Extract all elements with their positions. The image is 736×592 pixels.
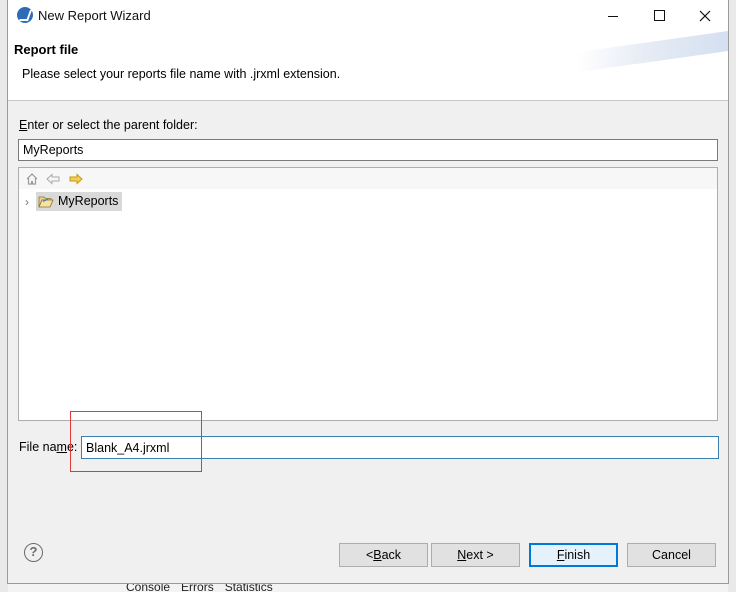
minimize-button[interactable]	[590, 0, 636, 31]
tree-item[interactable]: › MyReports	[19, 192, 219, 212]
background-right-edge	[728, 0, 736, 592]
back-arrow-icon[interactable]	[45, 171, 61, 187]
next-button[interactable]: Next >	[431, 543, 520, 567]
wizard-header-banner: Report file Please select your reports f…	[8, 31, 728, 101]
help-icon[interactable]: ?	[24, 543, 43, 562]
tree-item-myreports[interactable]: MyReports	[36, 192, 123, 211]
folder-tree[interactable]: › MyReports	[18, 167, 718, 421]
app-logo-icon	[17, 7, 33, 23]
title-bar[interactable]: New Report Wizard	[8, 0, 728, 31]
finish-button[interactable]: Finish	[529, 543, 618, 567]
close-icon	[699, 10, 711, 21]
parent-folder-input[interactable]	[18, 139, 718, 161]
cancel-button[interactable]: Cancel	[627, 543, 716, 567]
maximize-icon	[653, 10, 665, 21]
page-title: Report file	[14, 42, 79, 57]
parent-folder-label: Enter or select the parent folder:	[19, 118, 198, 132]
forward-arrow-icon[interactable]	[68, 171, 84, 187]
expand-chevron-icon[interactable]: ›	[25, 195, 35, 209]
page-description: Please select your reports file name wit…	[22, 67, 341, 81]
banner-decoration	[578, 31, 728, 73]
file-name-label: File name:	[19, 440, 78, 454]
home-icon[interactable]	[24, 171, 40, 187]
open-folder-icon	[38, 196, 54, 208]
close-button[interactable]	[682, 0, 728, 31]
minimize-icon	[608, 16, 618, 17]
new-report-wizard-dialog: New Report Wizard Report file Please sel…	[7, 0, 729, 584]
file-name-input[interactable]	[81, 436, 719, 459]
tree-item-label: MyReports	[58, 194, 119, 208]
window-title: New Report Wizard	[38, 8, 151, 23]
back-button[interactable]: < Back	[339, 543, 428, 567]
tree-toolbar	[19, 168, 717, 189]
maximize-button[interactable]	[636, 0, 682, 31]
